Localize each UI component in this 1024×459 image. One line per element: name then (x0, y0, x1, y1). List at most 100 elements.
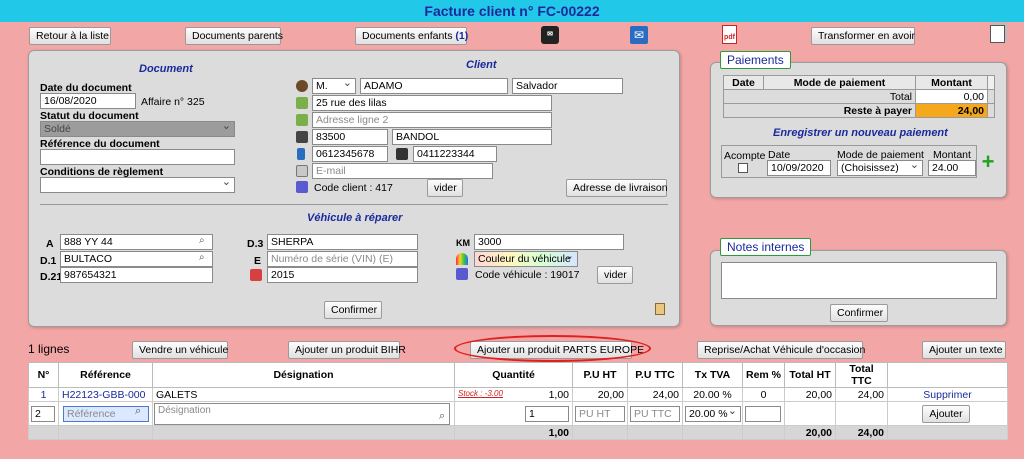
vehicle-color-select[interactable]: Couleur du véhicule (474, 251, 578, 267)
email-input[interactable]: E-mail (312, 163, 493, 179)
col-rem: Rem % (742, 362, 785, 388)
col-total-ttc: Total TTC (835, 362, 888, 388)
lastname-input[interactable]: ADAMO (360, 78, 508, 94)
col-actions (887, 362, 1008, 388)
resale-vehicle-button[interactable]: Reprise/Achat Véhicule d'occasion (697, 341, 865, 359)
add-line-button[interactable]: Ajouter (922, 405, 970, 423)
col-pu-ttc: P.U TTC (627, 362, 683, 388)
new-line-pu-ht-cell: PU HT (572, 401, 628, 426)
document-status-select[interactable]: Soldé (40, 121, 235, 137)
line-pu-ht: 20,00 (572, 387, 628, 402)
payments-header-mode: Mode de paiement (763, 75, 916, 90)
page-title: Facture client n° FC-00222 (0, 0, 1024, 22)
stock-warning: Stock : -3.00 (458, 389, 503, 398)
payment-date-input[interactable]: 10/09/2020 (767, 160, 831, 176)
payments-total-label: Total (723, 89, 916, 104)
scroll-icon[interactable] (655, 303, 665, 315)
id-icon (456, 268, 468, 280)
home-icon (296, 114, 308, 126)
address1-input[interactable]: 25 rue des lilas (312, 95, 552, 111)
pdf-icon[interactable]: pdf (722, 25, 737, 44)
email-icon[interactable]: ✉ (630, 26, 648, 44)
col-pu-ht: P.U HT (572, 362, 628, 388)
plate-input[interactable]: 888 YY 44 (60, 234, 213, 250)
civility-select[interactable]: M. (312, 78, 356, 94)
affaire-number: Affaire n° 325 (141, 96, 205, 108)
vehicle-d21-label: D.21 (40, 271, 63, 283)
new-line-pu-ttc-input[interactable]: PU TTC (630, 406, 680, 422)
new-line-number-cell: 2 (28, 401, 59, 426)
zip-input[interactable]: 83500 (312, 129, 388, 145)
child-documents-label: Documents enfants (362, 30, 453, 42)
vehicle-a-label: A (46, 238, 54, 250)
child-documents-button[interactable]: Documents enfants (1) (355, 27, 468, 45)
new-line-rem-input[interactable] (745, 406, 781, 422)
person-icon (296, 80, 308, 92)
col-total-ht: Total HT (784, 362, 836, 388)
year-input[interactable]: 2015 (267, 267, 418, 283)
line-quantity: 1,00 (548, 388, 569, 401)
sell-vehicle-button[interactable]: Vendre un véhicule (132, 341, 228, 359)
new-line-qty-cell: 1 (454, 401, 573, 426)
new-line-total-ttc (835, 401, 888, 426)
payment-amount-input[interactable]: 24.00 (928, 160, 976, 176)
line-rem: 0 (742, 387, 785, 402)
new-line-total-ht (784, 401, 836, 426)
document-date-input[interactable]: 16/08/2020 (40, 93, 136, 109)
document-ref-input[interactable] (40, 149, 235, 165)
new-line-qty-input[interactable]: 1 (525, 406, 569, 422)
search-icon[interactable]: ⌕ (199, 235, 205, 246)
km-input[interactable]: 3000 (474, 234, 624, 250)
address2-input[interactable]: Adresse ligne 2 (312, 112, 552, 128)
new-line-number-input[interactable]: 2 (31, 406, 55, 422)
vehicle-code: Code véhicule : 19017 (475, 269, 580, 281)
mobile-input[interactable]: 0612345678 (312, 146, 388, 162)
sms-icon[interactable]: ✉ (541, 26, 559, 44)
delivery-address-button[interactable]: Adresse de livraison (566, 179, 668, 197)
client-section-title: Client (466, 59, 497, 71)
new-line-pu-ht-input[interactable]: PU HT (575, 406, 625, 422)
delete-line-link[interactable]: Supprimer (887, 387, 1008, 402)
payment-mode-select[interactable]: (Choisissez) (837, 160, 923, 176)
new-line-designation-cell: Désignation ⌕ (152, 401, 455, 426)
id-icon (296, 181, 308, 193)
back-to-list-button[interactable]: Retour à la liste (29, 27, 111, 45)
firstname-input[interactable]: Salvador (512, 78, 623, 94)
brand-input[interactable]: BULTACO (60, 251, 213, 267)
new-line-designation-input[interactable]: Désignation (154, 403, 450, 425)
add-bihr-button[interactable]: Ajouter un produit BIHR (288, 341, 406, 359)
line-quantity-cell: Stock : -3.00 1,00 (454, 387, 573, 402)
payments-header-date: Date (723, 75, 764, 90)
line-reference[interactable]: H22123-GBB-000 (58, 387, 153, 402)
col-reference: Référence (58, 362, 153, 388)
clear-client-button[interactable]: vider (427, 179, 463, 197)
deposit-checkbox[interactable] (738, 163, 748, 173)
new-payment-title: Enregistrer un nouveau paiement (773, 127, 948, 139)
parent-documents-button[interactable]: Documents parents (185, 27, 283, 45)
copy-icon[interactable] (990, 25, 1005, 43)
km-label: KM (456, 238, 470, 248)
phone-icon (396, 148, 408, 160)
phone-input[interactable]: 0411223344 (413, 146, 497, 162)
confirm-button[interactable]: Confirmer (324, 301, 382, 319)
search-icon[interactable]: ⌕ (199, 252, 205, 263)
city-input[interactable]: BANDOL (392, 129, 552, 145)
notes-textarea[interactable] (721, 262, 997, 299)
search-icon[interactable]: ⌕ (439, 410, 445, 423)
remaining-amount: 24,00 (915, 103, 988, 118)
add-payment-icon[interactable]: + (979, 151, 997, 173)
model-input[interactable]: SHERPA (267, 234, 418, 250)
vin-input[interactable]: Numéro de série (VIN) (E) (267, 251, 418, 267)
new-line-reference-cell: Référence ⌕ (58, 401, 153, 426)
footer-total-ttc: 24,00 (835, 425, 888, 440)
transform-credit-button[interactable]: Transformer en avoir (811, 27, 915, 45)
new-line-tva-select[interactable]: 20.00 % (685, 406, 741, 422)
remaining-label: Reste à payer (723, 103, 916, 118)
payments-total: 0,00 (915, 89, 988, 104)
payment-terms-select[interactable] (40, 177, 235, 193)
cnit-input[interactable]: 987654321 (60, 267, 213, 283)
notes-confirm-button[interactable]: Confirmer (830, 304, 888, 322)
clear-vehicle-button[interactable]: vider (597, 266, 633, 284)
add-text-button[interactable]: Ajouter un texte (922, 341, 1006, 359)
search-icon[interactable]: ⌕ (135, 405, 141, 418)
